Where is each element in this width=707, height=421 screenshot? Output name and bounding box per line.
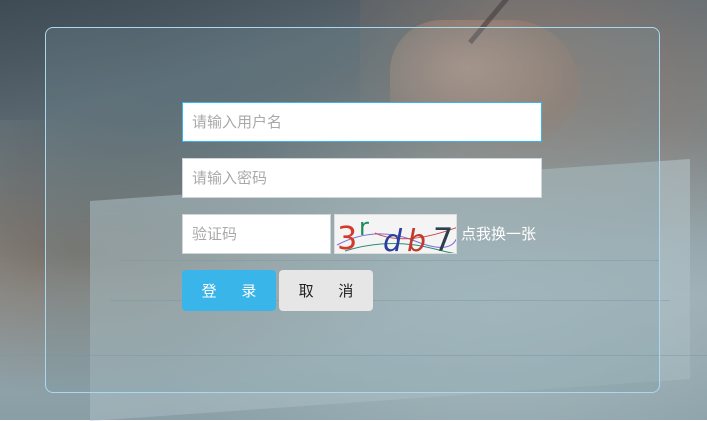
refresh-captcha-link[interactable]: 点我换一张	[461, 224, 536, 244]
login-panel	[45, 27, 660, 393]
username-input[interactable]	[182, 102, 542, 142]
captcha-input[interactable]	[182, 214, 331, 254]
captcha-char: d	[383, 224, 403, 254]
captcha-char: r	[359, 215, 369, 241]
captcha-image[interactable]: 3 r d b 7	[334, 214, 457, 254]
login-button[interactable]: 登 录	[182, 270, 276, 311]
captcha-char: 7	[433, 221, 453, 254]
password-input[interactable]	[182, 158, 542, 198]
captcha-char: 3	[337, 219, 357, 254]
captcha-graphic: 3 r d b 7	[336, 215, 456, 254]
cancel-button[interactable]: 取 消	[279, 270, 373, 311]
captcha-char: b	[407, 224, 426, 254]
